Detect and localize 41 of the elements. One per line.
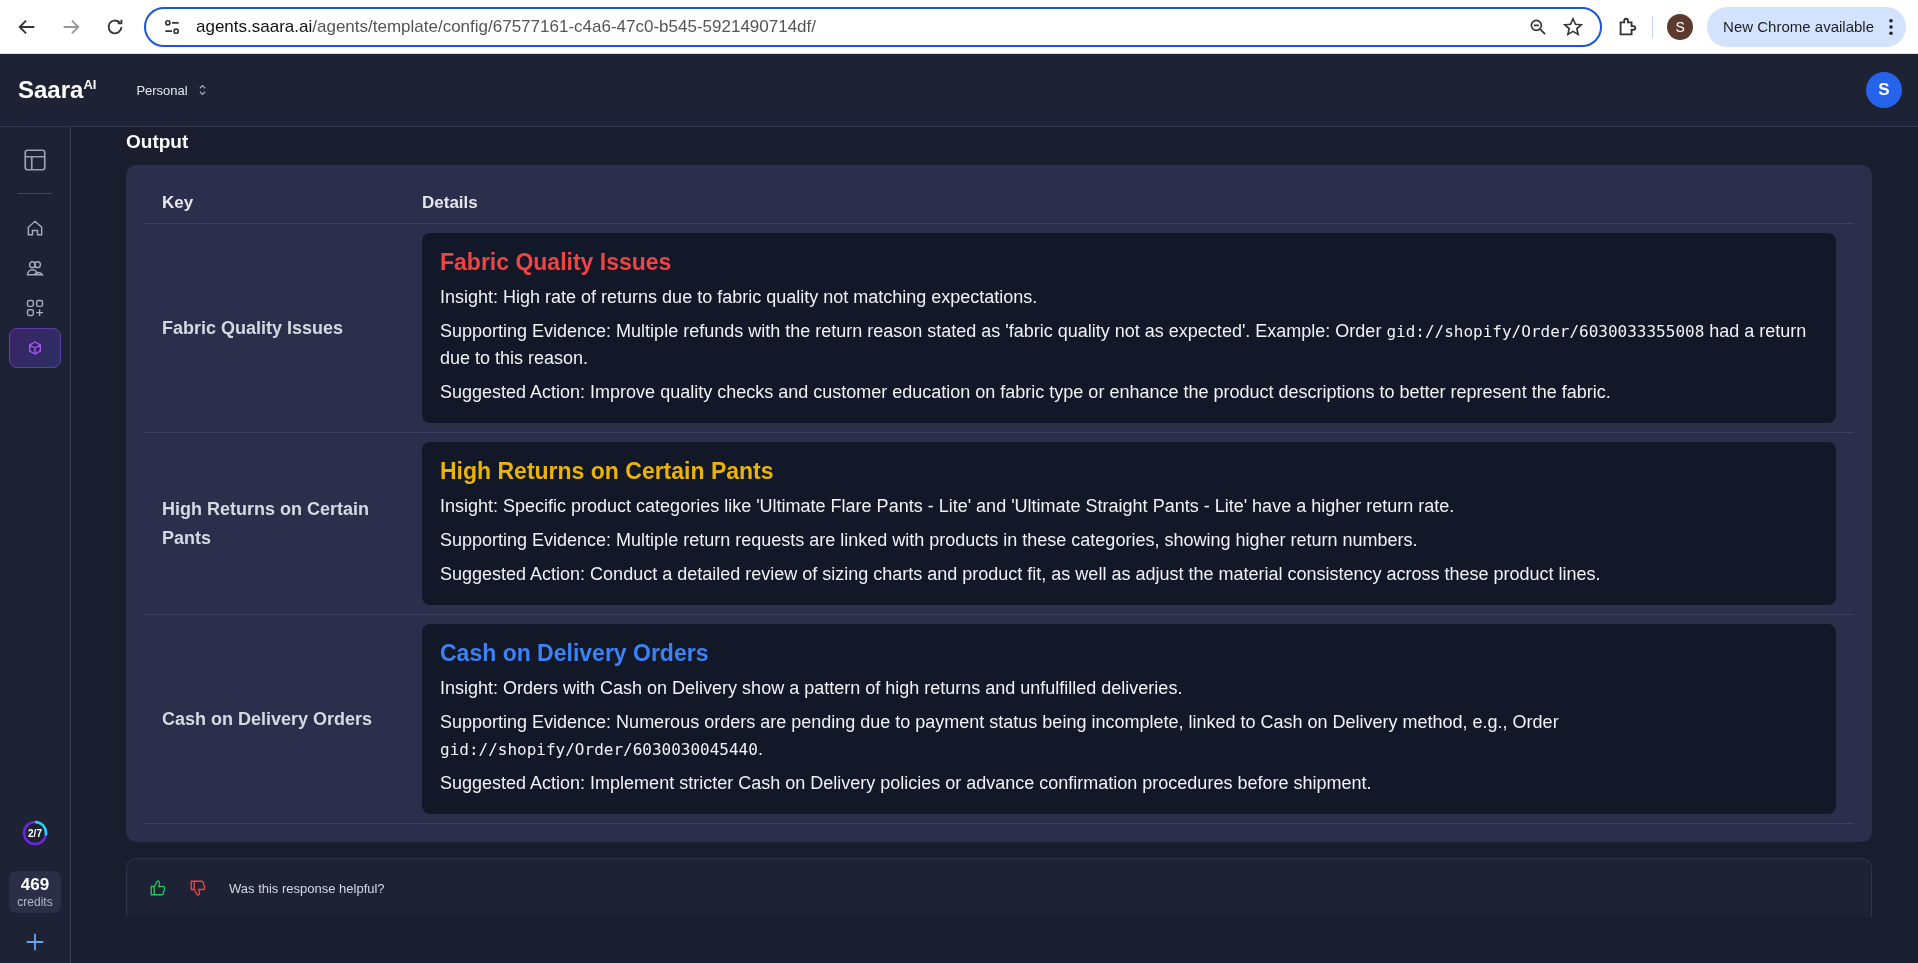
url-text: agents.saara.ai/agents/template/config/67577161-c4a6-47c0-b545-5921490714df/ bbox=[196, 16, 817, 37]
app-logo: Saara$^{AI}$ bbox=[18, 76, 97, 104]
home-icon bbox=[25, 218, 45, 238]
add-icon[interactable] bbox=[24, 931, 46, 953]
column-header: Details bbox=[422, 193, 478, 213]
insight-title: Cash on Delivery Orders bbox=[440, 640, 710, 667]
thumbs-up-icon[interactable] bbox=[149, 879, 167, 897]
detail-paragraph: Suggested Action: Improve quality checks and customer education on fabric type or enhance the product descriptions to better represent the fabric. bbox=[440, 381, 1612, 404]
address-bar[interactable]: agents.saara.ai/agents/template/config/67577161-c4a6-47c0-b545-5921490714df/ bbox=[144, 6, 1603, 47]
key-cell-text: Fabric Quality Issues bbox=[162, 316, 345, 340]
users-icon bbox=[25, 258, 45, 278]
detail-paragraph: Insight: High rate of returns due to fabric quality not matching expectations. bbox=[440, 286, 1039, 309]
insight-title: High Returns on Certain Pants bbox=[440, 458, 775, 485]
bookmark-star-icon[interactable] bbox=[1562, 15, 1585, 38]
detail-paragraph: Suggested Action: Implement stricter Cash on Delivery policies or advance confirmation procedures before shipment. bbox=[440, 772, 1373, 795]
apps-add-icon bbox=[25, 298, 45, 318]
sidebar-nav-item[interactable] bbox=[9, 328, 61, 368]
detail-paragraph: Suggested Action: Conduct a detailed review of sizing charts and product fit, as well as adjust the material consistency across these product lines. bbox=[440, 563, 1602, 586]
column-header: Key bbox=[162, 193, 195, 213]
layout-panel-icon[interactable] bbox=[22, 147, 48, 173]
detail-paragraph: Supporting Evidence: Multiple refunds with the return reason stated as 'fabric quality not as expected'. Example: Order gid://shopify/Order/6030033355008 had a return due to this reason. bbox=[440, 320, 1808, 370]
detail-paragraph: Supporting Evidence: Numerous orders are pending due to payment status being incomplete, linked to Cash on Delivery method, e.g., Order gid://shopify/Order/6030030045440. bbox=[440, 711, 1560, 761]
user-avatar[interactable]: S bbox=[1866, 72, 1902, 108]
feedback-question: Was this response helpful? bbox=[229, 880, 385, 896]
profile-avatar[interactable]: S bbox=[1667, 13, 1694, 40]
thumbs-down-icon[interactable] bbox=[189, 879, 207, 897]
more-menu-icon bbox=[1888, 17, 1894, 36]
credits-count: 469 bbox=[20, 875, 50, 895]
progress-label: 2/7 bbox=[28, 828, 42, 839]
detail-paragraph: Supporting Evidence: Multiple return requests are linked with products in these categories, showing higher return numbers. bbox=[440, 529, 1419, 552]
section-title: Output bbox=[126, 131, 190, 153]
cube-icon bbox=[27, 340, 43, 356]
key-cell-text: Cash on Delivery Orders bbox=[162, 707, 374, 731]
update-chrome-button[interactable]: New Chrome available bbox=[1707, 6, 1906, 47]
credits-label: credits bbox=[17, 895, 53, 909]
key-cell-text: High Returns on Certain Pants bbox=[162, 497, 370, 550]
insight-title: Fabric Quality Issues bbox=[440, 249, 673, 276]
detail-paragraph: Insight: Orders with Cash on Delivery show a pattern of high returns and unfulfilled deliveries. bbox=[440, 677, 1184, 700]
chevron-up-down-icon[interactable] bbox=[197, 83, 207, 97]
detail-paragraph: Insight: Specific product categories like 'Ultimate Flare Pants - Lite' and 'Ultimate Straight Pants - Lite' have a higher return rate. bbox=[440, 495, 1456, 518]
workspace-selector[interactable]: Personal bbox=[130, 81, 213, 99]
